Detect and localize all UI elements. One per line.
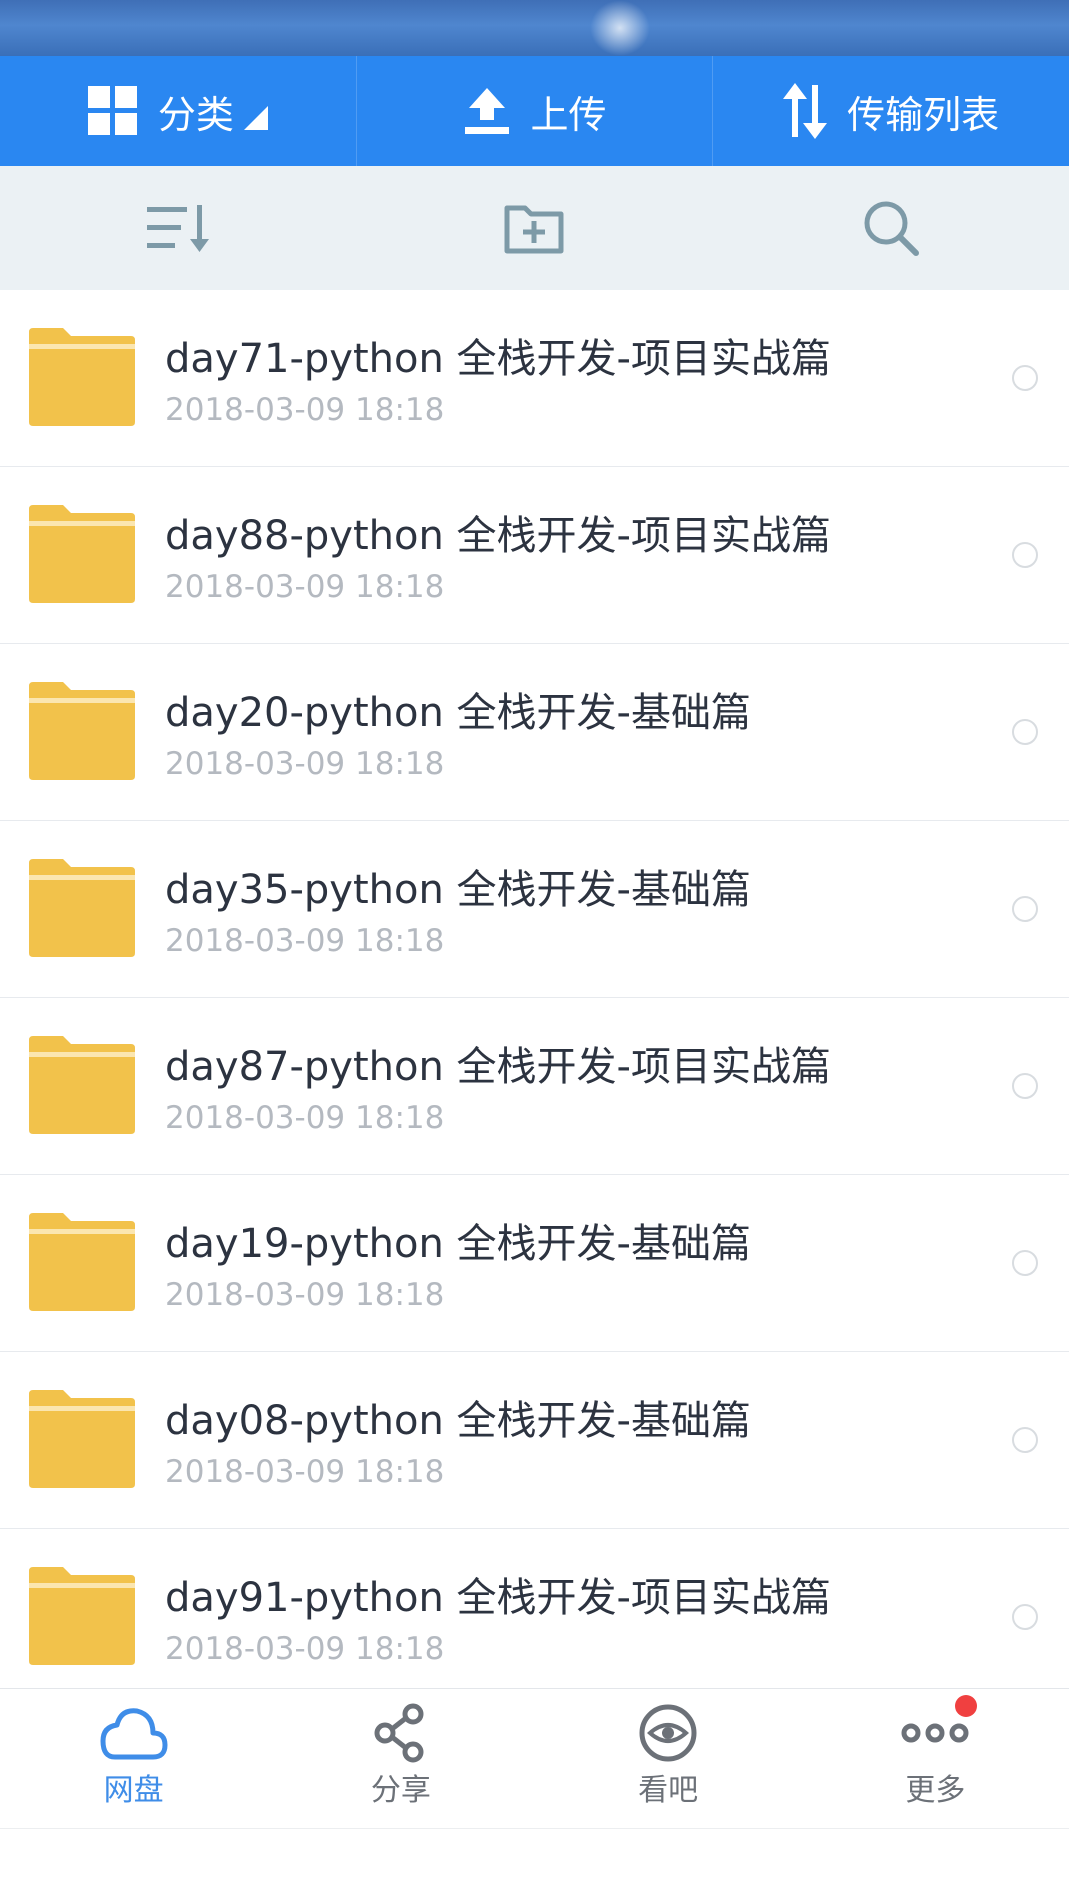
tab-label: 看吧 [638, 1773, 699, 1808]
select-checkbox[interactable] [1012, 719, 1038, 745]
banner-image [0, 0, 1069, 56]
app-root: 分类 上传 传输列表 day71-python 全栈开发-项目实战篇 2018-… [0, 0, 1069, 1878]
file-date: 2018-03-09 18:18 [165, 1454, 445, 1490]
folder-icon [29, 859, 135, 957]
file-name: day88-python 全栈开发-项目实战篇 [165, 513, 831, 559]
select-checkbox[interactable] [1012, 1427, 1038, 1453]
file-date: 2018-03-09 18:18 [165, 923, 445, 959]
transfer-arrows-icon [783, 83, 828, 139]
folder-icon [29, 1213, 135, 1311]
system-navigation-bar [0, 1828, 1069, 1878]
upload-label: 上传 [530, 92, 607, 137]
file-name: day20-python 全栈开发-基础篇 [165, 690, 751, 736]
file-name: day19-python 全栈开发-基础篇 [165, 1221, 751, 1267]
bottom-navigation: 网盘 分享 看吧 更多 [0, 1688, 1069, 1828]
tab-netdisk[interactable]: 网盘 [0, 1689, 267, 1828]
grid-icon [87, 86, 137, 135]
category-button[interactable]: 分类 [0, 56, 356, 166]
file-toolbar [0, 166, 1069, 290]
upload-icon [464, 88, 509, 134]
cloud-icon [100, 1708, 168, 1760]
file-row[interactable]: day35-python 全栈开发-基础篇 2018-03-09 18:18 [0, 821, 1069, 998]
dropdown-triangle-icon [243, 106, 268, 130]
file-row[interactable]: day71-python 全栈开发-项目实战篇 2018-03-09 18:18 [0, 290, 1069, 467]
file-date: 2018-03-09 18:18 [165, 1100, 445, 1136]
file-name: day08-python 全栈开发-基础篇 [165, 1398, 751, 1444]
file-name: day87-python 全栈开发-项目实战篇 [165, 1044, 831, 1090]
file-date: 2018-03-09 18:18 [165, 569, 445, 605]
select-checkbox[interactable] [1012, 1250, 1038, 1276]
transfer-list-button[interactable]: 传输列表 [712, 56, 1069, 166]
file-row[interactable]: day88-python 全栈开发-项目实战篇 2018-03-09 18:18 [0, 467, 1069, 644]
file-row[interactable]: day20-python 全栈开发-基础篇 2018-03-09 18:18 [0, 644, 1069, 821]
sort-button[interactable] [0, 166, 356, 290]
tab-label: 网盘 [103, 1773, 164, 1808]
select-checkbox[interactable] [1012, 896, 1038, 922]
file-name: day91-python 全栈开发-项目实战篇 [165, 1575, 831, 1621]
file-row[interactable]: day87-python 全栈开发-项目实战篇 2018-03-09 18:18 [0, 998, 1069, 1175]
search-icon [864, 201, 919, 256]
new-folder-button[interactable] [356, 166, 712, 290]
file-list: day71-python 全栈开发-项目实战篇 2018-03-09 18:18… [0, 290, 1069, 1688]
tab-kanba[interactable]: 看吧 [535, 1689, 802, 1828]
select-checkbox[interactable] [1012, 1073, 1038, 1099]
select-checkbox[interactable] [1012, 542, 1038, 568]
eye-icon [639, 1704, 697, 1762]
sort-list-icon [147, 205, 210, 252]
action-bar: 分类 上传 传输列表 [0, 56, 1069, 166]
transfer-list-label: 传输列表 [847, 92, 1000, 137]
folder-icon [29, 682, 135, 780]
share-icon [374, 1703, 424, 1763]
tab-share[interactable]: 分享 [267, 1689, 534, 1828]
select-checkbox[interactable] [1012, 1604, 1038, 1630]
file-row[interactable]: day91-python 全栈开发-项目实战篇 2018-03-09 18:18 [0, 1529, 1069, 1688]
tab-more[interactable]: 更多 [802, 1689, 1069, 1828]
folder-icon [29, 1567, 135, 1665]
folder-icon [29, 505, 135, 603]
category-label: 分类 [157, 92, 234, 137]
folder-icon [29, 1036, 135, 1134]
file-row[interactable]: day19-python 全栈开发-基础篇 2018-03-09 18:18 [0, 1175, 1069, 1352]
upload-button[interactable]: 上传 [355, 56, 713, 166]
file-date: 2018-03-09 18:18 [165, 392, 445, 428]
notification-badge [954, 1695, 977, 1717]
select-checkbox[interactable] [1012, 365, 1038, 391]
file-row[interactable]: day08-python 全栈开发-基础篇 2018-03-09 18:18 [0, 1352, 1069, 1529]
new-folder-icon [504, 205, 564, 254]
file-name: day35-python 全栈开发-基础篇 [165, 867, 751, 913]
search-button[interactable] [713, 166, 1069, 290]
file-date: 2018-03-09 18:18 [165, 746, 445, 782]
file-date: 2018-03-09 18:18 [165, 1277, 445, 1313]
file-name: day71-python 全栈开发-项目实战篇 [165, 336, 831, 382]
folder-icon [29, 1390, 135, 1488]
file-date: 2018-03-09 18:18 [165, 1631, 445, 1667]
tab-label: 分享 [370, 1773, 431, 1808]
folder-icon [29, 328, 135, 426]
tab-label: 更多 [905, 1773, 966, 1808]
